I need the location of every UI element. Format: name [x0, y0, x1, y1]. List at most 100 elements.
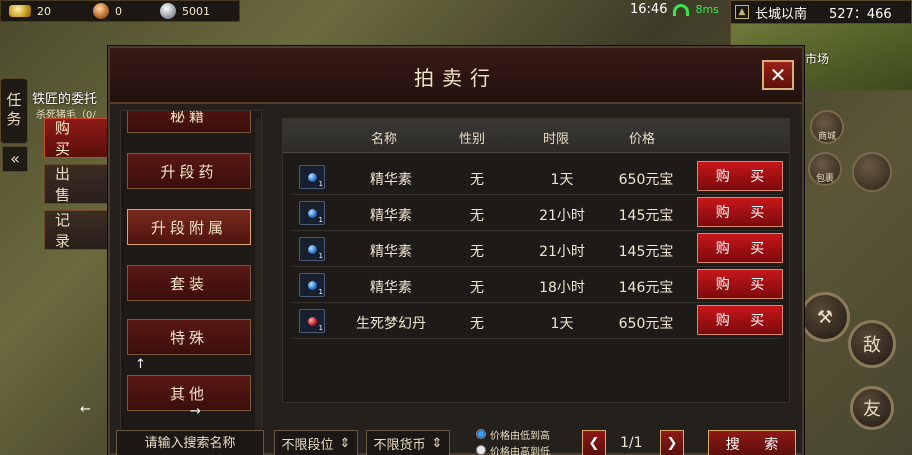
location-bar[interactable]: ▲ 长城以南 527：466: [730, 0, 912, 24]
item-time: 1天: [550, 172, 574, 188]
location-name: 长城以南: [755, 6, 808, 22]
minimap-label: 市场: [805, 52, 830, 66]
table-row[interactable]: 1 精华素 无 18小时 146元宝 购 买: [291, 267, 783, 303]
col-time: 时限: [543, 132, 570, 147]
pill-item-icon[interactable]: 1: [299, 309, 325, 333]
bag-icon[interactable]: 包裹: [808, 152, 842, 186]
table-row[interactable]: 1 生死梦幻丹 无 1天 650元宝 购 买: [291, 303, 783, 339]
sort-price-desc[interactable]: 价格由高到低: [476, 442, 550, 455]
table-row[interactable]: 1 精华素 无 1天 650元宝 购 买: [291, 159, 783, 195]
copper-currency: 0: [85, 1, 130, 21]
buy-button[interactable]: 购 买: [697, 197, 783, 227]
sort-asc-label: 价格由低到高: [490, 430, 550, 442]
table-row[interactable]: 1 精华素 无 21小时 145元宝 购 买: [291, 195, 783, 231]
silver-currency: 5001: [152, 1, 218, 21]
currency-filter-select[interactable]: 不限货币 ⇕: [366, 430, 450, 455]
item-qty: 1: [318, 180, 323, 188]
buy-button[interactable]: 购 买: [697, 233, 783, 263]
table-row[interactable]: 1 精华素 无 21小时 145元宝 购 买: [291, 231, 783, 267]
sort-options: 价格由低到高 价格由高到低: [476, 426, 550, 455]
category-list[interactable]: 秘籍 升段药 升段附属 套装 特殊 其他 ↑: [120, 110, 262, 453]
sort-desc-label: 价格由高到低: [490, 446, 550, 455]
page-indicator: 1/1: [620, 435, 643, 451]
quest-title[interactable]: 铁匠的委托: [32, 88, 97, 107]
essence-item-icon[interactable]: 1: [299, 273, 325, 297]
arrow-right-icon: →: [190, 404, 201, 419]
shop-icon[interactable]: 商城: [810, 110, 844, 144]
tab-sell[interactable]: 出 售: [44, 164, 110, 204]
auction-panel: 拍卖行 ✕ 秘籍 升段药 升段附属 套装 特殊 其他 ↑ ← → 名称 性别 时…: [80, 46, 804, 455]
item-time: 1天: [550, 316, 574, 332]
sort-toggle-icon: ⇕: [339, 436, 351, 451]
category-secret-books[interactable]: 秘籍: [127, 111, 251, 133]
enemy-button[interactable]: 敌: [848, 320, 896, 368]
prev-page-button[interactable]: ❮: [582, 430, 606, 455]
item-name: 精华素: [370, 172, 412, 188]
col-gender: 性别: [459, 132, 486, 147]
wifi-icon: [673, 3, 690, 16]
item-price: 650元宝: [618, 172, 674, 188]
item-gender: 无: [470, 172, 484, 188]
close-button[interactable]: ✕: [762, 60, 794, 90]
category-rank-potions[interactable]: 升段药: [127, 153, 251, 189]
location-coords: 527：466: [829, 6, 892, 22]
buy-button[interactable]: 购 买: [697, 161, 783, 191]
category-sets[interactable]: 套装: [127, 265, 251, 301]
item-name: 生死梦幻丹: [356, 316, 426, 332]
chevron-up-icon[interactable]: ▲: [735, 5, 749, 19]
sort-price-asc[interactable]: 价格由低到高: [476, 426, 550, 442]
blue-gem-icon: [308, 209, 317, 218]
category-rank-accessories[interactable]: 升段附属: [127, 209, 251, 245]
category-scrollbar[interactable]: [255, 117, 261, 447]
axe-icon[interactable]: ⚒: [800, 292, 850, 342]
item-gender: 无: [470, 208, 484, 224]
auction-list: 名称 性别 时限 价格 1 精华素 无 1天 650元宝 购 买 1 精华素 无…: [282, 118, 790, 403]
item-time: 21小时: [539, 244, 585, 260]
essence-item-icon[interactable]: 1: [299, 237, 325, 261]
essence-item-icon[interactable]: 1: [299, 165, 325, 189]
task-tab[interactable]: 任务: [0, 78, 28, 144]
status-clock: 16:46 8ms: [630, 2, 719, 17]
ping-text: 8ms: [695, 3, 719, 16]
next-page-button[interactable]: ❯: [660, 430, 684, 455]
essence-item-icon[interactable]: 1: [299, 201, 325, 225]
collapse-button[interactable]: «: [2, 146, 28, 172]
gold-amount: 20: [37, 4, 51, 18]
item-qty: 1: [318, 252, 323, 260]
buy-button[interactable]: 购 买: [697, 269, 783, 299]
item-time: 21小时: [539, 208, 585, 224]
arrow-left-icon: ←: [80, 402, 91, 417]
tab-records[interactable]: 记 录: [44, 210, 110, 250]
grid-menu-icon[interactable]: [852, 152, 892, 192]
category-special[interactable]: 特殊: [127, 319, 251, 355]
blue-gem-icon: [308, 245, 317, 254]
radio-selected-icon: [476, 429, 486, 439]
sort-toggle-icon: ⇕: [431, 436, 443, 451]
col-name: 名称: [371, 132, 398, 147]
shop-icon-label: 商城: [817, 132, 836, 142]
item-price: 146元宝: [618, 280, 674, 296]
tab-buy[interactable]: 购 买: [44, 118, 110, 158]
radio-unselected-icon: [476, 445, 486, 455]
item-gender: 无: [470, 244, 484, 260]
item-time: 18小时: [539, 280, 585, 296]
category-other[interactable]: 其他: [127, 375, 251, 411]
item-price: 145元宝: [618, 244, 674, 260]
blue-gem-icon: [308, 173, 317, 182]
search-button[interactable]: 搜 索: [708, 430, 796, 455]
item-gender: 无: [470, 316, 484, 332]
gold-currency: 20: [1, 1, 59, 21]
currency-filter-label: 不限货币: [373, 438, 426, 453]
item-name: 精华素: [370, 208, 412, 224]
silver-coin-icon: [160, 3, 176, 19]
buy-button[interactable]: 购 买: [697, 305, 783, 335]
search-input[interactable]: 请输入搜索名称: [116, 430, 264, 455]
friend-button[interactable]: 友: [850, 386, 894, 430]
level-filter-select[interactable]: 不限段位 ⇕: [274, 430, 358, 455]
col-price: 价格: [629, 132, 656, 147]
item-gender: 无: [470, 280, 484, 296]
level-filter-label: 不限段位: [281, 438, 334, 453]
item-qty: 1: [318, 288, 323, 296]
item-qty: 1: [318, 216, 323, 224]
item-price: 650元宝: [618, 316, 674, 332]
